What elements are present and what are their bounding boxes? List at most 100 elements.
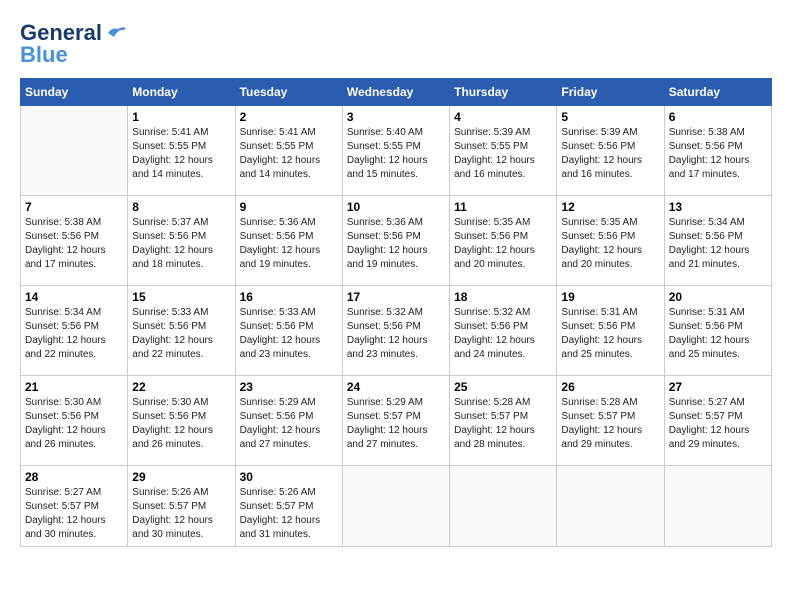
day-detail: Sunrise: 5:39 AMSunset: 5:55 PMDaylight:… bbox=[454, 126, 552, 182]
calendar-cell: 4 Sunrise: 5:39 AMSunset: 5:55 PMDaylight… bbox=[450, 106, 557, 196]
calendar-cell: 1 Sunrise: 5:41 AMSunset: 5:55 PMDaylight… bbox=[128, 106, 235, 196]
day-number: 24 bbox=[347, 380, 445, 394]
calendar-cell: 8Sunrise: 5:37 AMSunset: 5:56 PMDaylight… bbox=[128, 196, 235, 286]
day-number: 17 bbox=[347, 290, 445, 304]
calendar-cell: 9 Sunrise: 5:36 AMSunset: 5:56 PMDaylight… bbox=[235, 196, 342, 286]
week-row-2: 7 Sunrise: 5:38 AMSunset: 5:56 PMDaylight… bbox=[21, 196, 772, 286]
day-number: 11 bbox=[454, 200, 552, 214]
day-detail: Sunrise: 5:30 AMSunset: 5:56 PMDaylight:… bbox=[25, 396, 123, 452]
calendar-cell: 22 Sunrise: 5:30 AMSunset: 5:56 PMDayligh… bbox=[128, 376, 235, 466]
calendar-cell: 11 Sunrise: 5:35 AMSunset: 5:56 PMDayligh… bbox=[450, 196, 557, 286]
day-detail: Sunrise: 5:34 AMSunset: 5:56 PMDaylight:… bbox=[25, 306, 123, 362]
day-number: 4 bbox=[454, 110, 552, 124]
day-number: 22 bbox=[132, 380, 230, 394]
day-number: 19 bbox=[561, 290, 659, 304]
logo-blue: Blue bbox=[20, 42, 68, 68]
day-detail: Sunrise: 5:30 AMSunset: 5:56 PMDaylight:… bbox=[132, 396, 230, 452]
day-number: 27 bbox=[669, 380, 767, 394]
day-detail: Sunrise: 5:32 AMSunset: 5:56 PMDaylight:… bbox=[454, 306, 552, 362]
day-detail: Sunrise: 5:34 AMSunset: 5:56 PMDaylight:… bbox=[669, 216, 767, 272]
calendar-cell: 6Sunrise: 5:38 AMSunset: 5:56 PMDaylight… bbox=[664, 106, 771, 196]
calendar-cell: 23 Sunrise: 5:29 AMSunset: 5:56 PMDayligh… bbox=[235, 376, 342, 466]
day-detail: Sunrise: 5:35 AMSunset: 5:56 PMDaylight:… bbox=[454, 216, 552, 272]
weekday-header-wednesday: Wednesday bbox=[342, 79, 449, 106]
calendar-table: SundayMondayTuesdayWednesdayThursdayFrid… bbox=[20, 78, 772, 547]
day-number: 18 bbox=[454, 290, 552, 304]
week-row-3: 14 Sunrise: 5:34 AMSunset: 5:56 PMDayligh… bbox=[21, 286, 772, 376]
calendar-cell: 28 Sunrise: 5:27 AMSunset: 5:57 PMDayligh… bbox=[21, 466, 128, 547]
calendar-cell: 29 Sunrise: 5:26 AMSunset: 5:57 PMDayligh… bbox=[128, 466, 235, 547]
day-number: 20 bbox=[669, 290, 767, 304]
calendar-cell: 12 Sunrise: 5:35 AMSunset: 5:56 PMDayligh… bbox=[557, 196, 664, 286]
day-number: 16 bbox=[240, 290, 338, 304]
weekday-header-monday: Monday bbox=[128, 79, 235, 106]
day-number: 14 bbox=[25, 290, 123, 304]
week-row-4: 21 Sunrise: 5:30 AMSunset: 5:56 PMDayligh… bbox=[21, 376, 772, 466]
day-detail: Sunrise: 5:35 AMSunset: 5:56 PMDaylight:… bbox=[561, 216, 659, 272]
calendar-cell: 17 Sunrise: 5:32 AMSunset: 5:56 PMDayligh… bbox=[342, 286, 449, 376]
calendar-cell: 27Sunrise: 5:27 AMSunset: 5:57 PMDayligh… bbox=[664, 376, 771, 466]
day-number: 12 bbox=[561, 200, 659, 214]
day-number: 25 bbox=[454, 380, 552, 394]
weekday-header-tuesday: Tuesday bbox=[235, 79, 342, 106]
day-number: 23 bbox=[240, 380, 338, 394]
calendar-header: SundayMondayTuesdayWednesdayThursdayFrid… bbox=[21, 79, 772, 106]
day-detail: Sunrise: 5:29 AMSunset: 5:57 PMDaylight:… bbox=[347, 396, 445, 452]
calendar-cell bbox=[450, 466, 557, 547]
day-number: 7 bbox=[25, 200, 123, 214]
day-detail: Sunrise: 5:32 AMSunset: 5:56 PMDaylight:… bbox=[347, 306, 445, 362]
day-detail: Sunrise: 5:27 AMSunset: 5:57 PMDaylight:… bbox=[25, 486, 123, 542]
calendar-cell bbox=[557, 466, 664, 547]
calendar-cell: 20 Sunrise: 5:31 AMSunset: 5:56 PMDayligh… bbox=[664, 286, 771, 376]
day-detail: Sunrise: 5:26 AMSunset: 5:57 PMDaylight:… bbox=[240, 486, 338, 542]
calendar-cell: 26Sunrise: 5:28 AMSunset: 5:57 PMDayligh… bbox=[557, 376, 664, 466]
day-number: 29 bbox=[132, 470, 230, 484]
day-number: 21 bbox=[25, 380, 123, 394]
calendar-cell: 18 Sunrise: 5:32 AMSunset: 5:56 PMDayligh… bbox=[450, 286, 557, 376]
day-number: 30 bbox=[240, 470, 338, 484]
logo: General Blue bbox=[20, 20, 128, 68]
calendar-cell bbox=[664, 466, 771, 547]
day-detail: Sunrise: 5:39 AMSunset: 5:56 PMDaylight:… bbox=[561, 126, 659, 182]
weekday-header-saturday: Saturday bbox=[664, 79, 771, 106]
calendar-cell bbox=[342, 466, 449, 547]
day-detail: Sunrise: 5:33 AMSunset: 5:56 PMDaylight:… bbox=[132, 306, 230, 362]
day-detail: Sunrise: 5:31 AMSunset: 5:56 PMDaylight:… bbox=[561, 306, 659, 362]
day-detail: Sunrise: 5:36 AMSunset: 5:56 PMDaylight:… bbox=[347, 216, 445, 272]
day-number: 10 bbox=[347, 200, 445, 214]
day-detail: Sunrise: 5:40 AMSunset: 5:55 PMDaylight:… bbox=[347, 126, 445, 182]
day-detail: Sunrise: 5:37 AMSunset: 5:56 PMDaylight:… bbox=[132, 216, 230, 272]
day-number: 2 bbox=[240, 110, 338, 124]
calendar-cell: 14 Sunrise: 5:34 AMSunset: 5:56 PMDayligh… bbox=[21, 286, 128, 376]
week-row-1: 1 Sunrise: 5:41 AMSunset: 5:55 PMDaylight… bbox=[21, 106, 772, 196]
calendar-cell: 5 Sunrise: 5:39 AMSunset: 5:56 PMDaylight… bbox=[557, 106, 664, 196]
day-number: 5 bbox=[561, 110, 659, 124]
calendar-cell: 21 Sunrise: 5:30 AMSunset: 5:56 PMDayligh… bbox=[21, 376, 128, 466]
calendar-cell: 16 Sunrise: 5:33 AMSunset: 5:56 PMDayligh… bbox=[235, 286, 342, 376]
day-detail: Sunrise: 5:36 AMSunset: 5:56 PMDaylight:… bbox=[240, 216, 338, 272]
day-detail: Sunrise: 5:26 AMSunset: 5:57 PMDaylight:… bbox=[132, 486, 230, 542]
day-detail: Sunrise: 5:41 AMSunset: 5:55 PMDaylight:… bbox=[132, 126, 230, 182]
calendar-cell: 30 Sunrise: 5:26 AMSunset: 5:57 PMDayligh… bbox=[235, 466, 342, 547]
day-number: 3 bbox=[347, 110, 445, 124]
day-number: 15 bbox=[132, 290, 230, 304]
calendar-cell: 10 Sunrise: 5:36 AMSunset: 5:56 PMDayligh… bbox=[342, 196, 449, 286]
calendar-cell: 19 Sunrise: 5:31 AMSunset: 5:56 PMDayligh… bbox=[557, 286, 664, 376]
weekday-header-sunday: Sunday bbox=[21, 79, 128, 106]
day-number: 1 bbox=[132, 110, 230, 124]
weekday-header-friday: Friday bbox=[557, 79, 664, 106]
day-detail: Sunrise: 5:38 AMSunset: 5:56 PMDaylight:… bbox=[669, 126, 767, 182]
day-number: 28 bbox=[25, 470, 123, 484]
day-detail: Sunrise: 5:38 AMSunset: 5:56 PMDaylight:… bbox=[25, 216, 123, 272]
calendar-cell: 15 Sunrise: 5:33 AMSunset: 5:56 PMDayligh… bbox=[128, 286, 235, 376]
day-detail: Sunrise: 5:28 AMSunset: 5:57 PMDaylight:… bbox=[454, 396, 552, 452]
day-detail: Sunrise: 5:29 AMSunset: 5:56 PMDaylight:… bbox=[240, 396, 338, 452]
day-number: 13 bbox=[669, 200, 767, 214]
calendar-cell: 13 Sunrise: 5:34 AMSunset: 5:56 PMDayligh… bbox=[664, 196, 771, 286]
weekday-header-thursday: Thursday bbox=[450, 79, 557, 106]
calendar-cell: 25 Sunrise: 5:28 AMSunset: 5:57 PMDayligh… bbox=[450, 376, 557, 466]
day-detail: Sunrise: 5:41 AMSunset: 5:55 PMDaylight:… bbox=[240, 126, 338, 182]
day-detail: Sunrise: 5:31 AMSunset: 5:56 PMDaylight:… bbox=[669, 306, 767, 362]
day-detail: Sunrise: 5:33 AMSunset: 5:56 PMDaylight:… bbox=[240, 306, 338, 362]
day-number: 9 bbox=[240, 200, 338, 214]
